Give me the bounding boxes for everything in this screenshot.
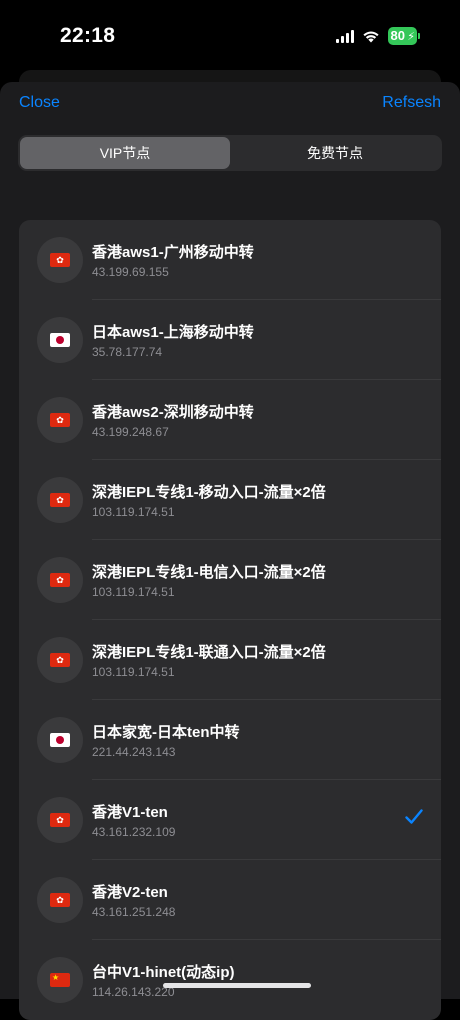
node-row-selected[interactable]: ✿ 香港V1-ten 43.161.232.109 <box>19 780 441 860</box>
node-row[interactable]: ★ 台中V1-hinet(动态ip) 114.26.143.220 <box>19 940 441 1020</box>
status-bar: 22:18 80 ⚡ <box>0 0 460 76</box>
hong-kong-flag-icon: ✿ <box>50 493 70 507</box>
checkmark-icon <box>405 809 423 830</box>
status-time: 22:18 <box>60 24 116 47</box>
node-ip: 103.119.174.51 <box>92 585 175 599</box>
node-ip: 43.199.248.67 <box>92 425 169 439</box>
node-picker-sheet: Close Refsesh VIP节点 免费节点 ✿ 香港aws1-广州移动中转… <box>0 82 460 1020</box>
cellular-signal-icon <box>335 29 354 43</box>
hong-kong-flag-icon: ✿ <box>50 253 70 267</box>
node-name: 深港IEPL专线1-移动入口-流量×2倍 <box>92 484 326 501</box>
node-ip: 43.161.232.109 <box>92 825 176 839</box>
wifi-icon <box>362 29 380 43</box>
node-name: 日本家宽-日本ten中转 <box>92 724 240 741</box>
node-row[interactable]: 日本aws1-上海移动中转 35.78.177.74 <box>19 300 441 380</box>
node-ip: 43.199.69.155 <box>92 265 169 279</box>
node-ip: 103.119.174.51 <box>92 505 175 519</box>
japan-flag-icon <box>50 333 70 347</box>
node-name: 香港V2-ten <box>92 884 168 901</box>
node-name: 日本aws1-上海移动中转 <box>92 324 254 341</box>
node-row[interactable]: 日本家宽-日本ten中转 221.44.243.143 <box>19 700 441 780</box>
node-ip: 221.44.243.143 <box>92 745 176 759</box>
close-button[interactable]: Close <box>19 94 60 112</box>
node-list: ✿ 香港aws1-广州移动中转 43.199.69.155 日本aws1-上海移… <box>19 220 441 1020</box>
refresh-button[interactable]: Refsesh <box>382 94 441 112</box>
node-row[interactable]: ✿ 深港IEPL专线1-移动入口-流量×2倍 103.119.174.51 <box>19 460 441 540</box>
japan-flag-icon <box>50 733 70 747</box>
sheet-nav-bar: Close Refsesh <box>19 94 441 116</box>
node-type-segmented-control: VIP节点 免费节点 <box>18 135 442 171</box>
home-indicator[interactable] <box>163 983 311 988</box>
node-row[interactable]: ✿ 香港aws1-广州移动中转 43.199.69.155 <box>19 220 441 300</box>
battery-level: 80 <box>390 28 405 43</box>
node-row[interactable]: ✿ 香港V2-ten 43.161.251.248 <box>19 860 441 940</box>
hong-kong-flag-icon: ✿ <box>50 893 70 907</box>
node-row[interactable]: ✿ 深港IEPL专线1-电信入口-流量×2倍 103.119.174.51 <box>19 540 441 620</box>
node-ip: 103.119.174.51 <box>92 665 175 679</box>
china-flag-icon: ★ <box>50 973 70 987</box>
tab-vip-nodes[interactable]: VIP节点 <box>20 137 230 169</box>
node-name: 深港IEPL专线1-电信入口-流量×2倍 <box>92 564 326 581</box>
node-row[interactable]: ✿ 深港IEPL专线1-联通入口-流量×2倍 103.119.174.51 <box>19 620 441 700</box>
tab-free-nodes[interactable]: 免费节点 <box>230 137 440 169</box>
hong-kong-flag-icon: ✿ <box>50 573 70 587</box>
node-ip: 43.161.251.248 <box>92 905 176 919</box>
node-name: 台中V1-hinet(动态ip) <box>92 964 235 981</box>
node-row[interactable]: ✿ 香港aws2-深圳移动中转 43.199.248.67 <box>19 380 441 460</box>
node-ip: 114.26.143.220 <box>92 985 175 999</box>
status-icons: 80 ⚡ <box>335 27 420 45</box>
node-name: 香港aws1-广州移动中转 <box>92 244 254 261</box>
node-name: 香港V1-ten <box>92 804 168 821</box>
node-name: 香港aws2-深圳移动中转 <box>92 404 254 421</box>
hong-kong-flag-icon: ✿ <box>50 413 70 427</box>
battery-icon: 80 ⚡ <box>387 27 420 45</box>
charging-bolt-icon: ⚡ <box>407 31 415 43</box>
hong-kong-flag-icon: ✿ <box>50 653 70 667</box>
node-ip: 35.78.177.74 <box>92 345 163 359</box>
node-name: 深港IEPL专线1-联通入口-流量×2倍 <box>92 644 326 661</box>
hong-kong-flag-icon: ✿ <box>50 813 70 827</box>
